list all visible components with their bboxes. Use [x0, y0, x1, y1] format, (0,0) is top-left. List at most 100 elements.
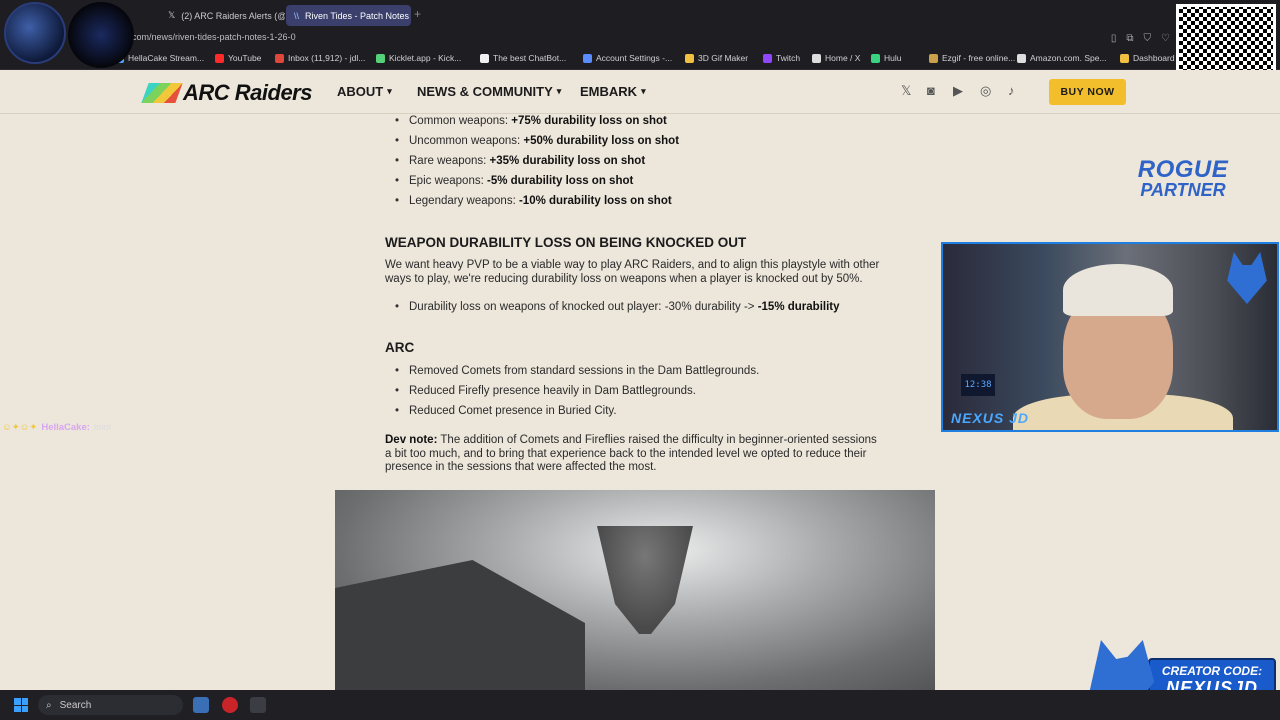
bookmark-item[interactable]: Account Settings -...	[583, 53, 672, 63]
list-item-text: Durability loss on weapons of knocked ou…	[409, 301, 758, 313]
rarity-value: +35% durability loss on shot	[489, 155, 646, 167]
nav-news-community[interactable]: NEWS & COMMUNITY ▾	[417, 84, 561, 99]
webcam-person-hat	[1063, 264, 1173, 316]
bookmark-label: Hulu	[884, 53, 902, 63]
opera-browser-icon[interactable]	[222, 697, 238, 713]
dev-note-label: Dev note:	[385, 434, 438, 446]
list-item: Reduced Firefly presence heavily in Dam …	[395, 385, 696, 397]
bookmark-label: HellaCake Stream...	[128, 53, 205, 63]
buy-now-button[interactable]: BUY NOW	[1049, 79, 1126, 105]
logo-stripes-icon	[141, 83, 183, 103]
arc-raiders-favicon-icon: \\	[294, 10, 300, 21]
browser-tab-active[interactable]: \\ Riven Tides - Patch Notes	[286, 5, 411, 26]
wolf-logo-icon	[1227, 252, 1267, 304]
x-icon: 𝕏	[168, 10, 176, 20]
nav-label: EMBARK	[580, 84, 638, 99]
rogue-line: ROGUE	[1137, 156, 1229, 183]
list-item: Removed Comets from standard sessions in…	[395, 365, 759, 377]
bookmark-label: 3D Gif Maker	[698, 53, 749, 63]
instagram-icon[interactable]: ◎	[980, 83, 991, 99]
hero-building	[335, 560, 585, 690]
bookmark-label: The best ChatBot...	[493, 53, 567, 63]
bookmark-item[interactable]: 3D Gif Maker	[685, 53, 748, 63]
bookmark-label: Account Settings -...	[596, 53, 673, 63]
section-heading: WEAPON DURABILITY LOSS ON BEING KNOCKED …	[385, 235, 747, 250]
rarity-label: Epic weapons:	[409, 175, 487, 187]
bookmark-item[interactable]: Ezgif - free online...	[929, 53, 1015, 63]
bookmark-item[interactable]: Twitch	[763, 53, 800, 63]
tab-label: Riven Tides - Patch Notes	[305, 10, 410, 21]
logo-text: ARC Raiders	[183, 80, 312, 105]
browser-tab[interactable]: 𝕏 (2) ARC Raiders Alerts (@	[160, 5, 285, 26]
taskbar-search[interactable]: ⌕ Search	[38, 695, 183, 715]
bookmark-label: Ezgif - free online...	[942, 53, 1016, 63]
partner-line: PARTNER	[1140, 180, 1226, 200]
chat-text: lolol	[93, 422, 111, 433]
bookmark-favicon-icon	[1120, 53, 1129, 63]
chat-emote-icon: ☺✦☺✦	[2, 422, 38, 433]
bookmark-item[interactable]: Amazon.com. Spe...	[1017, 53, 1107, 63]
rarity-value: +75% durability loss on shot	[511, 115, 667, 127]
chevron-down-icon: ▾	[641, 86, 646, 96]
tiktok-icon[interactable]: ♪	[1008, 83, 1015, 98]
bookmark-label: Twitch	[776, 53, 801, 63]
bookmark-favicon-icon	[812, 53, 821, 63]
rarity-value: +50% durability loss on shot	[523, 135, 680, 147]
bookmark-label: Inbox (11,912) - jdl...	[288, 53, 366, 63]
search-icon: ⌕	[46, 699, 52, 711]
streamer-avatar	[4, 2, 66, 64]
weapon-rarity-item: Rare weapons: +35% durability loss on sh…	[395, 155, 646, 167]
creator-code-label: CREATOR CODE:	[1161, 664, 1263, 678]
bookmark-favicon-icon	[376, 53, 385, 63]
bookmark-item[interactable]: Home / X	[812, 53, 860, 63]
reader-icon[interactable]: ▯	[1111, 33, 1117, 44]
nav-embark[interactable]: EMBARK ▾	[580, 84, 646, 99]
bookmark-favicon-icon	[685, 53, 694, 63]
bookmark-item[interactable]: Inbox (11,912) - jdl...	[275, 53, 365, 63]
tab-label: (2) ARC Raiders Alerts (@	[181, 10, 285, 21]
x-icon[interactable]: 𝕏	[901, 83, 911, 99]
bookmark-item[interactable]: Kicklet.app - Kick...	[376, 53, 461, 63]
list-item-value: -15% durability	[757, 301, 840, 313]
new-tab-button[interactable]: +	[414, 7, 421, 21]
bookmark-favicon-icon	[583, 53, 592, 63]
bookmark-label: Home / X	[825, 53, 861, 63]
bookmark-item[interactable]: Hulu	[871, 53, 901, 63]
youtube-icon[interactable]: ▶	[953, 83, 963, 99]
windows-start-icon[interactable]	[14, 698, 28, 712]
address-bar[interactable]: com/news/riven-tides-patch-notes-1-26-0 …	[0, 30, 1280, 48]
list-item: Reduced Comet presence in Buried City.	[395, 405, 616, 417]
bookmark-label: Kicklet.app - Kick...	[389, 53, 462, 63]
streamer-avatar-secondary	[68, 2, 134, 68]
app-icon[interactable]	[250, 697, 266, 713]
shield-icon[interactable]: ⛉	[1144, 33, 1152, 44]
rarity-value: -10% durability loss on shot	[518, 195, 672, 207]
webcam-feed: 12:38 NEXUS JD	[941, 242, 1279, 432]
file-explorer-icon[interactable]	[193, 697, 209, 713]
weapon-rarity-item: Epic weapons: -5% durability loss on sho…	[395, 175, 633, 187]
hero-ship	[597, 526, 693, 634]
arc-raiders-logo[interactable]: ARC Raiders	[141, 80, 312, 106]
bookmark-favicon-icon	[480, 53, 489, 63]
rarity-label: Common weapons:	[409, 115, 512, 127]
bookmark-item[interactable]: The best ChatBot...	[480, 53, 566, 63]
bookmark-favicon-icon	[1017, 53, 1026, 63]
screenshot-icon[interactable]: ⧉	[1126, 33, 1133, 44]
heart-icon[interactable]: ♡	[1161, 33, 1170, 44]
nav-about[interactable]: ABOUT ▾	[337, 84, 392, 99]
browser-actions: ▯ ⧉ ⛉ ♡	[1111, 33, 1170, 44]
bookmark-item[interactable]: HellaCake Stream...	[115, 53, 204, 63]
webcam-clock: 12:38	[961, 374, 995, 396]
discord-icon[interactable]: ◙	[927, 83, 935, 98]
webcam-name-tag: NEXUS JD	[951, 410, 1030, 426]
list-item: Durability loss on weapons of knocked ou…	[395, 301, 840, 313]
chevron-down-icon: ▾	[556, 86, 562, 96]
bookmark-item[interactable]: Dashboard	[1120, 53, 1175, 63]
bookmark-label: YouTube	[228, 53, 262, 63]
bookmark-favicon-icon	[763, 53, 772, 63]
bookmark-favicon-icon	[275, 53, 284, 63]
bookmark-item[interactable]: YouTube	[215, 53, 261, 63]
nav-label: NEWS & COMMUNITY	[417, 84, 553, 99]
dev-note: Dev note: The addition of Comets and Fir…	[385, 434, 880, 475]
rogue-partner-badge: ROGUE PARTNER	[1128, 156, 1238, 201]
